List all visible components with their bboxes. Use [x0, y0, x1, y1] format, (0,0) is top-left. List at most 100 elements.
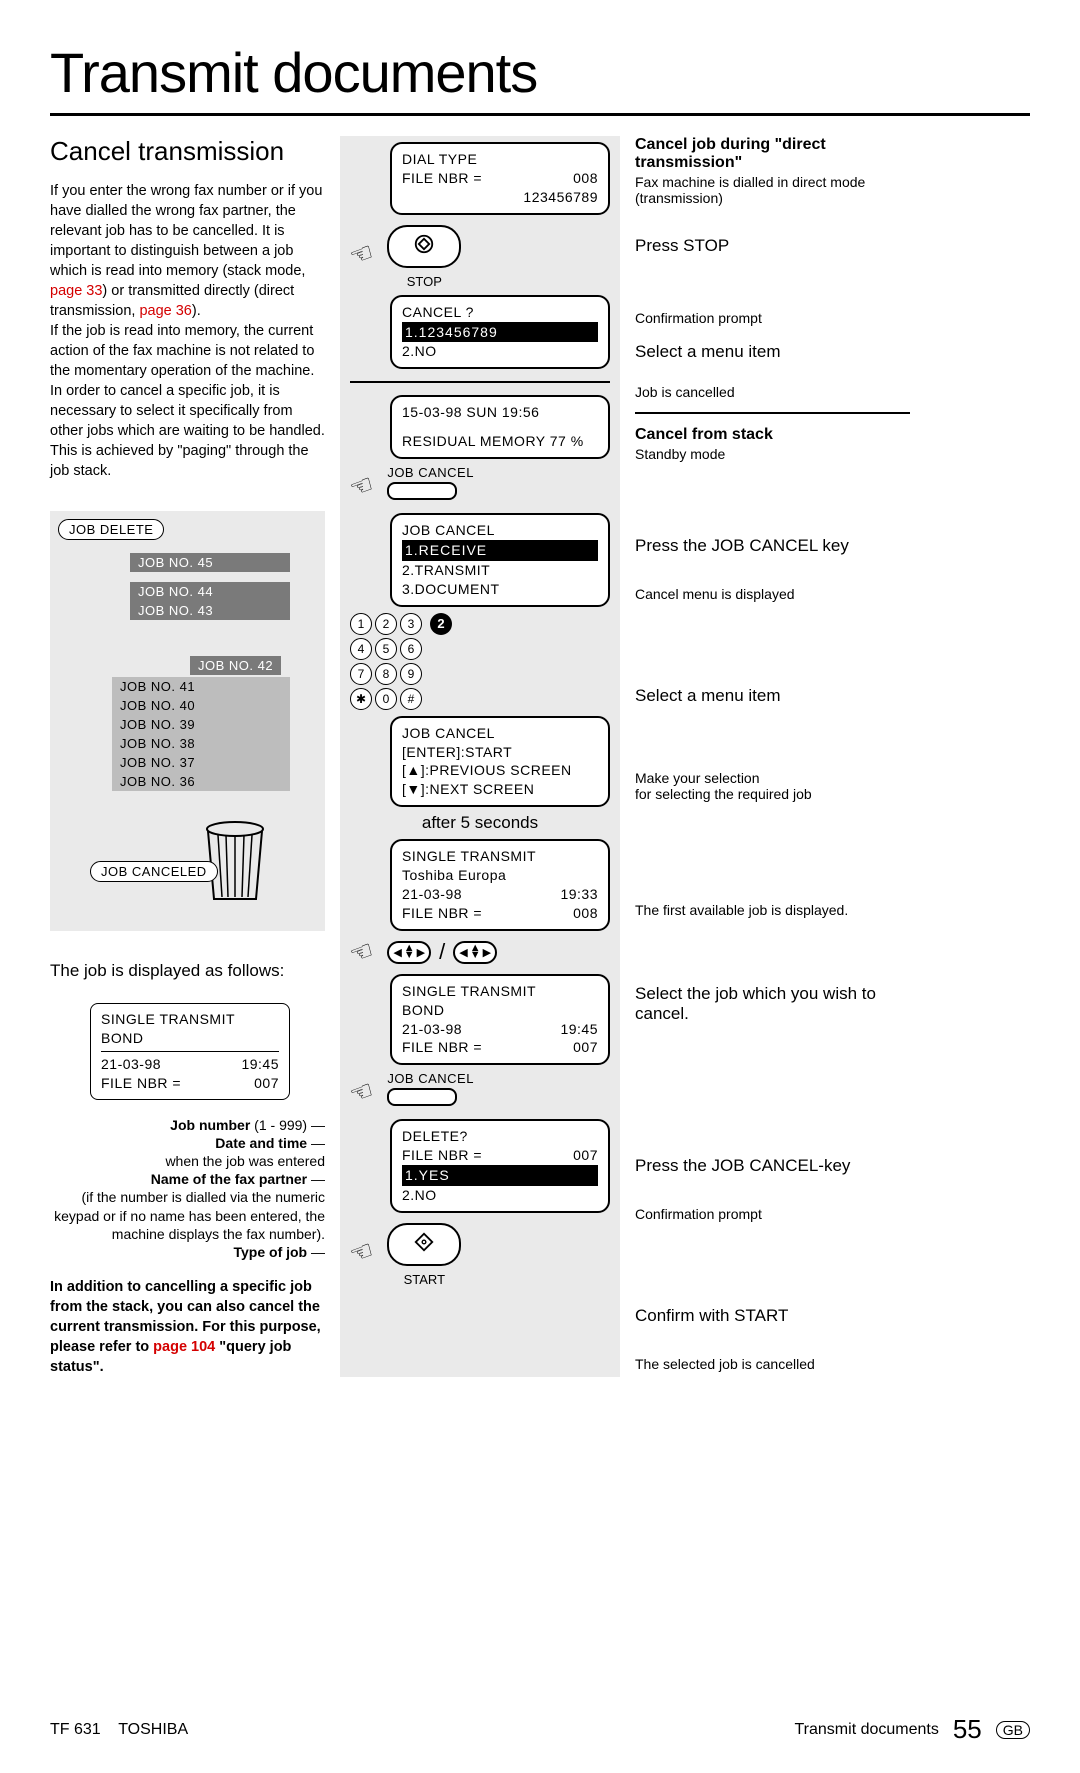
job-row: JOB NO. 40: [112, 696, 290, 715]
key-4[interactable]: 4: [350, 638, 372, 660]
start-button[interactable]: [387, 1223, 461, 1266]
subheading-direct: Cancel job during "direct transmission": [635, 136, 910, 172]
job-delete-pill: JOB DELETE: [58, 519, 164, 540]
note-make-selection-1: Make your selection: [635, 770, 910, 786]
lcd-delete-prompt: DELETE? FILE NBR =007 1.YES 2.NO: [390, 1119, 610, 1213]
lcd-value: 008: [573, 169, 598, 188]
jobcancel-key-2[interactable]: [387, 1088, 457, 1106]
page-ref-33: page 33: [50, 283, 102, 299]
lcd-file-value: 007: [573, 1038, 598, 1057]
lcd-date: 21-03-98: [402, 1020, 462, 1039]
key-5[interactable]: 5: [375, 638, 397, 660]
intro-text-1c: ).: [192, 303, 201, 319]
lcd-line: CANCEL ?: [402, 303, 598, 322]
nav-right-icon: ▶: [483, 946, 491, 959]
hand-icon: ☞: [345, 236, 378, 273]
keypad-selected: 2: [430, 613, 452, 635]
nav-down-icon: ▼: [470, 952, 481, 960]
annot-type: Type of job —: [50, 1243, 325, 1261]
hand-icon: ☞: [345, 934, 378, 971]
annot-name: Name of the fax partner —: [50, 1170, 325, 1188]
instr-press-jobcancel-2: Press the JOB CANCEL-key: [635, 1156, 910, 1176]
lcd-line: 2.NO: [402, 342, 598, 361]
job-row: JOB NO. 41: [112, 677, 290, 696]
instr-select-1: Select a menu item: [635, 342, 910, 362]
nav-pad-left[interactable]: ◀ ▲▼ ▶: [387, 941, 431, 964]
note-direct: Fax machine is dialled in direct mode (t…: [635, 174, 910, 206]
right-column: Cancel job during "direct transmission" …: [620, 136, 910, 1377]
lcd-cancel-prompt: CANCEL ? 1.123456789 2.NO: [390, 295, 610, 370]
note-standby: Standby mode: [635, 446, 910, 462]
job-row: JOB NO. 37: [112, 753, 290, 772]
jobcancel-key[interactable]: [387, 482, 457, 500]
nav-down-icon: ▼: [404, 952, 415, 960]
lcd-line: JOB CANCEL: [402, 521, 598, 540]
key-1[interactable]: 1: [350, 613, 372, 635]
annot-label: Type of job: [233, 1244, 307, 1260]
lcd-line: SINGLE TRANSMIT: [402, 982, 598, 1001]
footer-model: TF 631: [50, 1721, 101, 1738]
lcd-file-value: 008: [573, 904, 598, 923]
note-first-available: The first available job is displayed.: [635, 902, 910, 918]
lcd-time: 19:45: [560, 1020, 598, 1039]
note-make-selection-2: for selecting the required job: [635, 786, 910, 802]
key-9[interactable]: 9: [400, 663, 422, 685]
lcd-line: 123456789: [402, 188, 598, 207]
left-column: Cancel transmission If you enter the wro…: [50, 136, 340, 1377]
jobcancel-key-label-2: JOB CANCEL: [387, 1071, 474, 1086]
lcd-line: 15-03-98 SUN 19:56: [402, 403, 598, 422]
job-row: JOB NO. 38: [112, 734, 290, 753]
lcd-line: [▲]:PREVIOUS SCREEN: [402, 761, 598, 780]
job-row: JOB NO. 44: [130, 582, 290, 601]
lcd-line: FILE NBR =: [402, 169, 482, 188]
hand-icon: ☞: [345, 468, 378, 505]
annot-datetime-text: when the job was entered: [50, 1152, 325, 1170]
page-footer: TF 631 TOSHIBA Transmit documents 55 GB: [50, 1714, 1030, 1745]
job-row: JOB NO. 39: [112, 715, 290, 734]
lcd-file-label: FILE NBR =: [402, 1038, 482, 1057]
key-0[interactable]: 0: [375, 688, 397, 710]
job-display-box: SINGLE TRANSMIT BOND 21-03-9819:45 FILE …: [90, 1003, 290, 1100]
lcd-selected: 1.RECEIVE: [402, 540, 598, 561]
job-row: JOB NO. 42: [190, 656, 281, 675]
section-divider: [350, 381, 610, 383]
footer-section: Transmit documents: [795, 1721, 939, 1739]
annot-range: (1 - 999): [250, 1117, 307, 1133]
footer-brand: TOSHIBA: [118, 1721, 188, 1738]
key-hash[interactable]: #: [400, 688, 422, 710]
key-6[interactable]: 6: [400, 638, 422, 660]
stop-button[interactable]: [387, 225, 461, 268]
start-label: START: [387, 1272, 461, 1287]
nav-left-icon: ◀: [459, 946, 467, 959]
annot-label: Date and time: [215, 1135, 307, 1151]
lcd-line: RESIDUAL MEMORY 77 %: [402, 432, 598, 451]
lcd-date: 21-03-98: [402, 885, 462, 904]
key-star[interactable]: ✱: [350, 688, 372, 710]
subheading-stack: Cancel from stack: [635, 426, 910, 444]
lcd-line: Toshiba Europa: [402, 866, 598, 885]
intro-text-1a: If you enter the wrong fax number or if …: [50, 183, 322, 279]
key-8[interactable]: 8: [375, 663, 397, 685]
lcd-line: DIAL TYPE: [402, 150, 598, 169]
key-2[interactable]: 2: [375, 613, 397, 635]
jobbox-date: 21-03-98: [101, 1055, 161, 1074]
annot-name-text: (if the number is dialled via the numeri…: [50, 1188, 325, 1243]
lcd-file-label: FILE NBR =: [402, 1146, 482, 1165]
instr-select-2: Select a menu item: [635, 686, 910, 706]
annot-jobnumber: Job number (1 - 999) —: [50, 1116, 325, 1134]
footer-page: 55: [953, 1714, 982, 1745]
key-3[interactable]: 3: [400, 613, 422, 635]
jobcancel-key-label: JOB CANCEL: [387, 465, 474, 480]
630: 007: [573, 1146, 598, 1165]
annot-label: Job number: [170, 1117, 250, 1133]
lcd-time: 19:33: [560, 885, 598, 904]
lcd-selected: 1.123456789: [402, 322, 598, 343]
lcd-jobcancel-menu: JOB CANCEL 1.RECEIVE 2.TRANSMIT 3.DOCUME…: [390, 513, 610, 607]
nav-pad-right[interactable]: ◀ ▲▼ ▶: [453, 941, 497, 964]
additional-note: In addition to cancelling a specific job…: [50, 1277, 325, 1377]
key-7[interactable]: 7: [350, 663, 372, 685]
lcd-line: 2.NO: [402, 1186, 598, 1205]
numeric-keypad[interactable]: 1 2 3 4 5 6 7 8 9 ✱ 0 #: [350, 613, 422, 710]
instr-press-stop: Press STOP: [635, 236, 910, 256]
instr-press-jobcancel: Press the JOB CANCEL key: [635, 536, 910, 556]
